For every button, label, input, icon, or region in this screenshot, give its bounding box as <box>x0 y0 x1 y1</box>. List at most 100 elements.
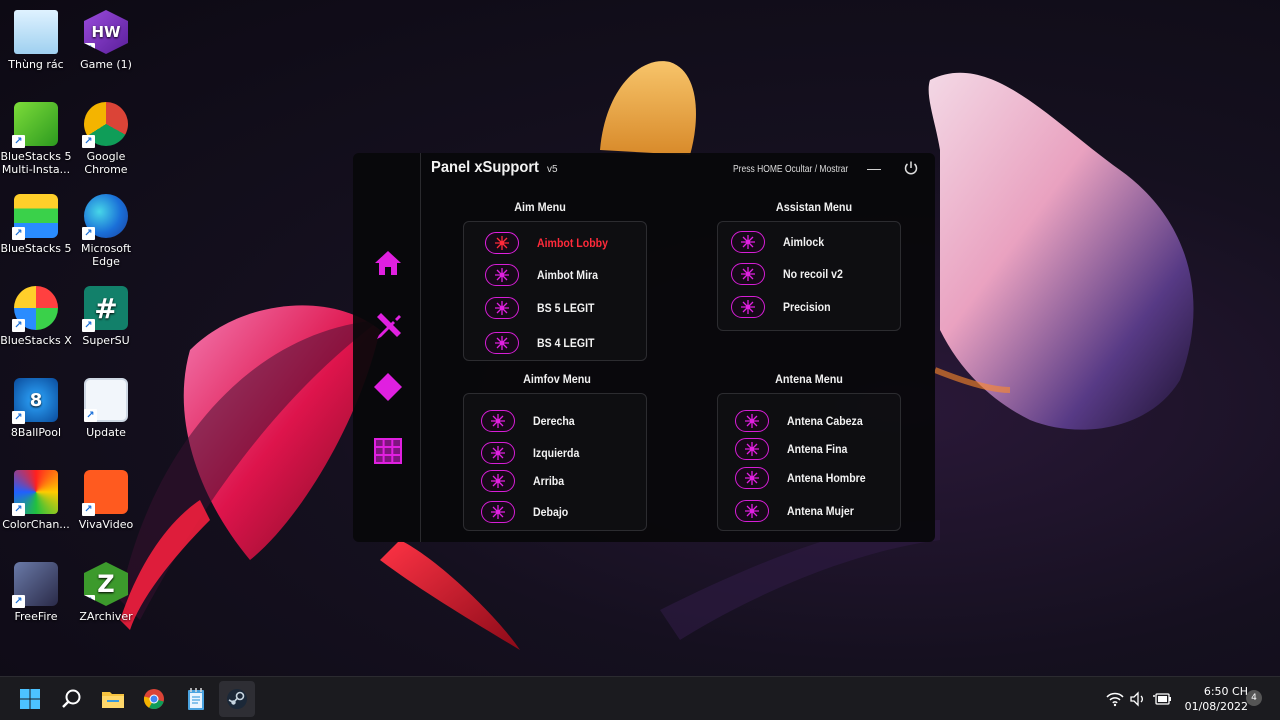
shortcut-arrow-icon: ↗ <box>82 319 95 332</box>
shortcut-arrow-icon: ↗ <box>82 227 95 240</box>
option-row[interactable]: Derecha <box>481 409 580 433</box>
shortcut-arrow-icon: ↗ <box>12 503 25 516</box>
option-toggle[interactable] <box>731 263 765 285</box>
taskbar-search-button[interactable] <box>54 681 90 717</box>
taskbar-steam[interactable] <box>219 681 255 717</box>
desktop-icon-colorchanger[interactable]: ↗ ColorChan... <box>0 466 72 552</box>
desktop-icon-game[interactable]: HW ↗ Game (1) <box>70 6 142 92</box>
option-row[interactable]: Aimlock <box>731 230 830 254</box>
option-toggle[interactable] <box>481 470 515 492</box>
option-row[interactable]: Debajo <box>481 500 573 524</box>
close-power-button[interactable] <box>902 159 920 177</box>
option-row[interactable]: Antena Hombre <box>735 466 876 490</box>
desktop-icon-freefire[interactable]: ↗ FreeFire <box>0 558 72 644</box>
shortcut-arrow-icon: ↗ <box>84 43 95 54</box>
sidebar-grid-button[interactable] <box>372 435 404 467</box>
desktop-icon-label: Thùng rác <box>8 58 64 71</box>
option-label: Aimbot Lobby <box>537 236 608 250</box>
option-toggle[interactable] <box>735 467 769 489</box>
taskbar-file-explorer[interactable] <box>95 681 131 717</box>
option-row[interactable]: BS 5 LEGIT <box>485 296 602 320</box>
option-row[interactable]: Antena Fina <box>735 437 856 461</box>
option-row[interactable]: BS 4 LEGIT <box>485 331 602 355</box>
desktop-icon-update[interactable]: ↗ Update <box>70 374 142 460</box>
option-toggle[interactable] <box>485 232 519 254</box>
toggle-star-icon <box>741 300 755 314</box>
bluestacks-multi-icon: ↗ <box>12 102 58 148</box>
desktop-icon-recycle-bin[interactable]: Thùng rác <box>0 6 72 92</box>
desktop-icon-label: FreeFire <box>14 610 58 623</box>
desktop-icon-label: Update <box>86 426 126 439</box>
option-label: Antena Mujer <box>787 504 854 518</box>
notification-badge[interactable]: 4 <box>1246 690 1262 706</box>
taskbar-notepad[interactable] <box>178 681 214 717</box>
option-label: Arriba <box>533 474 565 488</box>
option-row[interactable]: Izquierda <box>481 441 586 465</box>
option-row[interactable]: Aimbot Mira <box>485 263 606 287</box>
option-toggle[interactable] <box>481 442 515 464</box>
desktop-icon-supersu[interactable]: # ↗ SuperSU <box>70 282 142 368</box>
option-toggle[interactable] <box>731 296 765 318</box>
toggle-star-icon <box>491 446 505 460</box>
tray-volume[interactable] <box>1129 690 1147 708</box>
option-row[interactable]: Precision <box>731 295 837 319</box>
panel-hotkey-hint: Press HOME Ocultar / Mostrar <box>733 164 849 175</box>
option-toggle[interactable] <box>481 501 515 523</box>
option-toggle[interactable] <box>735 438 769 460</box>
tray-wifi[interactable] <box>1106 690 1124 708</box>
desktop-icon-bluestacks[interactable]: ↗ BlueStacks 5 <box>0 190 72 276</box>
toggle-star-icon <box>745 504 759 518</box>
panel-window: Panel xSupport v5 Press HOME Ocultar / M… <box>353 153 935 542</box>
shortcut-arrow-icon: ↗ <box>84 595 95 606</box>
start-button[interactable] <box>12 681 48 717</box>
taskbar-chrome[interactable] <box>136 681 172 717</box>
taskbar-clock[interactable]: 6:50 CH 01/08/2022 <box>1176 684 1248 714</box>
wifi-icon <box>1106 692 1124 707</box>
shortcut-arrow-icon: ↗ <box>12 319 25 332</box>
option-row[interactable]: Arriba <box>481 469 568 493</box>
option-toggle[interactable] <box>485 297 519 319</box>
vivavideo-icon: ↗ <box>82 470 128 516</box>
desktop-icon-zarchiver[interactable]: Z ↗ ZArchiver <box>70 558 142 644</box>
option-toggle[interactable] <box>731 231 765 253</box>
desktop-icon-bluestacks-multi[interactable]: ↗ BlueStacks 5 Multi-Insta... <box>0 98 72 184</box>
option-row[interactable]: Antena Cabeza <box>735 409 873 433</box>
toggle-star-icon <box>745 471 759 485</box>
icon-glyph: 8 <box>29 389 43 411</box>
shortcut-arrow-icon: ↗ <box>82 135 95 148</box>
desktop-icon-edge[interactable]: ↗ Microsoft Edge <box>70 190 142 276</box>
option-row[interactable]: Aimbot Lobby <box>485 231 618 255</box>
desktop-icon-label: Microsoft Edge <box>80 242 132 268</box>
power-icon <box>904 161 918 175</box>
tray-battery[interactable] <box>1152 690 1172 708</box>
desktop-icon-chrome[interactable]: ↗ Google Chrome <box>70 98 142 184</box>
minimize-button[interactable]: — <box>865 159 883 177</box>
option-label: Antena Fina <box>787 442 848 456</box>
zarchiver-icon: Z ↗ <box>84 562 128 606</box>
shortcut-arrow-icon: ↗ <box>84 409 97 422</box>
option-label: Derecha <box>533 414 575 428</box>
option-toggle[interactable] <box>485 264 519 286</box>
option-toggle[interactable] <box>735 410 769 432</box>
option-label: Antena Hombre <box>787 471 866 485</box>
sidebar-diamond-button[interactable] <box>372 371 404 403</box>
option-toggle[interactable] <box>735 500 769 522</box>
desktop-icon-bluestacks-x[interactable]: ↗ BlueStacks X <box>0 282 72 368</box>
toggle-star-icon <box>741 267 755 281</box>
sidebar-home-button[interactable] <box>372 247 404 279</box>
edge-icon: ↗ <box>82 194 128 240</box>
option-label: BS 4 LEGIT <box>537 336 595 350</box>
tools-icon <box>377 313 401 339</box>
panel-version: v5 <box>547 164 558 175</box>
option-row[interactable]: No recoil v2 <box>731 262 851 286</box>
desktop-icon-vivavideo[interactable]: ↗ VivaVideo <box>70 466 142 552</box>
shortcut-arrow-icon: ↗ <box>12 411 25 424</box>
option-toggle[interactable] <box>485 332 519 354</box>
desktop-icon-8ballpool[interactable]: 8 ↗ 8BallPool <box>0 374 72 460</box>
sidebar-tools-button[interactable] <box>372 310 404 342</box>
windows-start-icon <box>20 689 40 709</box>
icon-glyph: HW <box>91 22 121 41</box>
option-row[interactable]: Antena Mujer <box>735 499 863 523</box>
option-toggle[interactable] <box>481 410 515 432</box>
panel-title: Panel xSupport <box>431 159 539 176</box>
